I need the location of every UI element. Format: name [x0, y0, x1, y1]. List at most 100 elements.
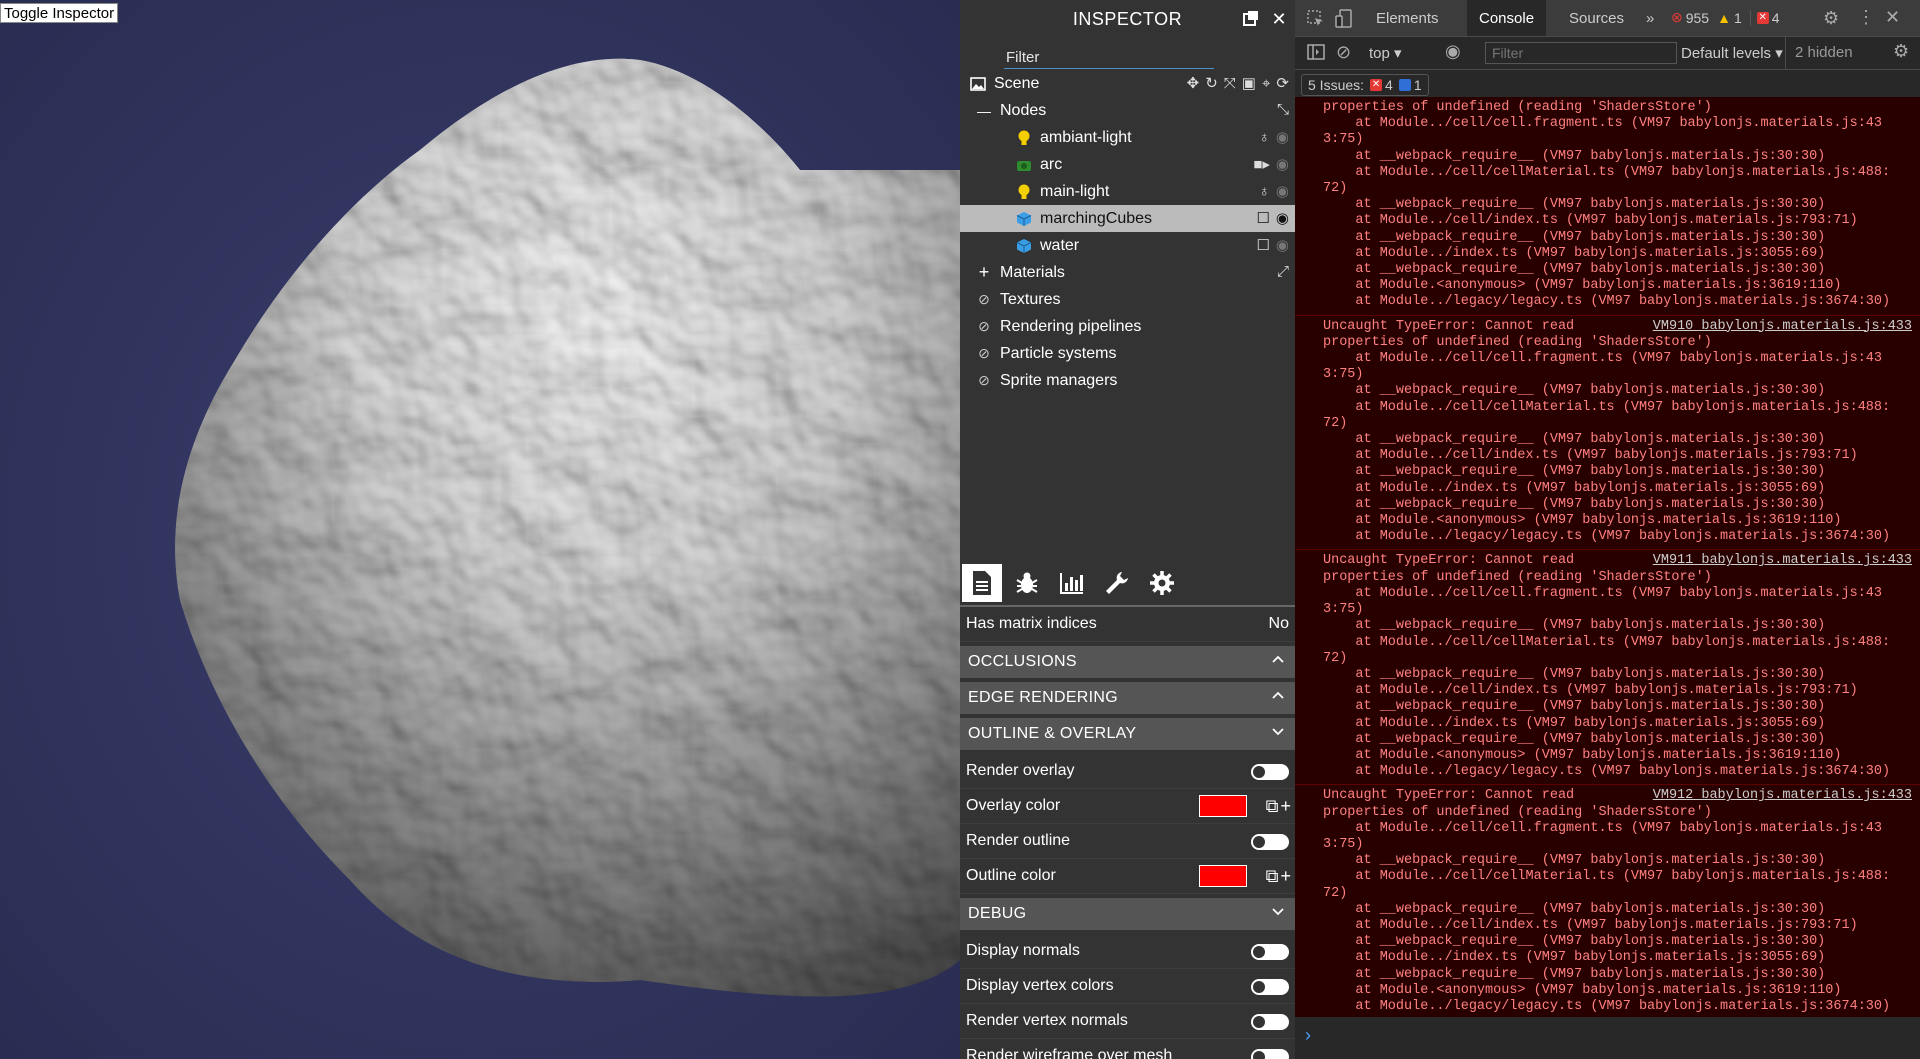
issue-info-icon — [1398, 79, 1411, 91]
console-output[interactable]: properties of undefined (reading 'Shader… — [1295, 97, 1920, 1017]
copy-icon[interactable]: ⧉ — [1266, 867, 1279, 885]
tree-node-label: water — [1040, 236, 1080, 254]
tab-elements[interactable]: Elements — [1364, 0, 1451, 36]
kebab-menu-icon[interactable]: ⋮ — [1857, 7, 1875, 28]
tab-properties[interactable] — [962, 564, 1002, 602]
tree-node-label: marchingCubes — [1040, 209, 1153, 227]
error-source-link[interactable]: VM912 babylonjs.materials.js:433 — [1653, 788, 1912, 804]
sidebar-toggle-icon[interactable] — [1307, 44, 1325, 64]
tree-node-arc[interactable]: arc ■▸ ◉ — [960, 151, 1295, 178]
console-settings-icon[interactable]: ⚙ — [1893, 41, 1909, 62]
display-vertex-colors-toggle[interactable] — [1251, 979, 1289, 995]
popout-icon[interactable] — [1241, 9, 1261, 29]
console-filter-input[interactable] — [1485, 42, 1677, 64]
issue-count: 4 — [1771, 9, 1780, 26]
light-toggle-icon[interactable]: ♁ — [1259, 129, 1270, 146]
error-source-link[interactable]: VM910 babylonjs.materials.js:433 — [1653, 319, 1912, 335]
tree-node-marchingcubes[interactable]: marchingCubes ☐ ◉ — [960, 205, 1295, 232]
context-label: top — [1369, 45, 1390, 62]
tree-node-main-light[interactable]: main-light ♁ ◉ — [960, 178, 1295, 205]
refresh-icon[interactable]: ⟳ — [1276, 74, 1289, 92]
devtools-panel: Elements Console Sources » ⊗ 955 ▲ 1 ✕ 4 ⚙ … — [1295, 0, 1920, 1059]
tab-sources[interactable]: Sources — [1557, 0, 1636, 36]
prop-render-wireframe: Render wireframe over mesh — [960, 1039, 1295, 1059]
error-warning-counts[interactable]: ⊗ 955 ▲ 1 ✕ 4 — [1671, 9, 1780, 26]
prop-display-vertex-colors: Display vertex colors — [960, 969, 1295, 1004]
plus-icon[interactable]: + — [1280, 867, 1291, 885]
error-source-link[interactable]: VM911 babylonjs.materials.js:433 — [1653, 553, 1912, 569]
collapse-minus-icon[interactable]: — — [976, 103, 992, 119]
levels-label: Default levels — [1681, 45, 1772, 62]
console-error-entry: Uncaught TypeError: Cannot read properti… — [1295, 315, 1920, 551]
clear-console-icon[interactable]: ⊘ — [1336, 42, 1351, 63]
tree-node-ambiant-light[interactable]: ambiant-light ♁ ◉ — [960, 124, 1295, 151]
tree-category-rendering-pipelines[interactable]: ⊘ Rendering pipelines — [960, 313, 1295, 340]
outline-color-swatch[interactable] — [1199, 865, 1247, 887]
section-edge-rendering[interactable]: EDGE RENDERING — [960, 682, 1295, 714]
tree-node-water[interactable]: water ☐ ◉ — [960, 232, 1295, 259]
tree-category-label: Sprite managers — [1000, 371, 1118, 389]
render-vertex-normals-toggle[interactable] — [1251, 1014, 1289, 1030]
tree-category-textures[interactable]: ⊘ Textures — [960, 286, 1295, 313]
render-overlay-toggle[interactable] — [1251, 764, 1289, 780]
target-icon[interactable]: ⌖ — [1262, 75, 1270, 92]
plus-icon[interactable]: + — [1280, 797, 1291, 815]
section-title: OUTLINE & OVERLAY — [968, 725, 1137, 742]
rotate-gizmo-icon[interactable]: ↻ — [1205, 74, 1218, 92]
tab-console[interactable]: Console — [1467, 0, 1547, 36]
scene-root[interactable]: Scene ✥ ↻ ⤧ ▣ ⌖ ⟳ — [960, 70, 1295, 97]
tree-node-label: arc — [1040, 155, 1063, 173]
visibility-eye-icon[interactable]: ◉ — [1276, 182, 1289, 200]
tab-debug[interactable] — [1007, 564, 1047, 602]
issue-error-icon: ✕ — [1370, 79, 1383, 91]
section-occlusions[interactable]: OCCLUSIONS — [960, 646, 1295, 678]
render-wireframe-toggle[interactable] — [1251, 1049, 1289, 1059]
expand-all-icon[interactable]: ⤢ — [1277, 263, 1289, 280]
section-outline-overlay[interactable]: OUTLINE & OVERLAY — [960, 718, 1295, 750]
log-levels-dropdown[interactable]: Default levels ▾ — [1681, 44, 1783, 62]
bounding-box-toggle-icon[interactable]: ☐ — [1256, 209, 1269, 227]
visibility-eye-icon[interactable]: ◉ — [1276, 128, 1289, 146]
chevron-up-icon — [1272, 691, 1284, 699]
active-camera-icon[interactable]: ■▸ — [1253, 155, 1270, 173]
overlay-color-swatch[interactable] — [1199, 795, 1247, 817]
tree-category-materials[interactable]: + Materials ⤢ — [960, 259, 1295, 286]
settings-gear-icon[interactable]: ⚙ — [1823, 8, 1839, 29]
prop-overlay-color: Overlay color ⧉ + — [960, 789, 1295, 824]
tree-category-sprite-managers[interactable]: ⊘ Sprite managers — [960, 367, 1295, 394]
section-debug[interactable]: DEBUG — [960, 898, 1295, 930]
prop-render-vertex-normals: Render vertex normals — [960, 1004, 1295, 1039]
render-outline-toggle[interactable] — [1251, 834, 1289, 850]
scale-gizmo-icon[interactable]: ⤧ — [1224, 75, 1236, 92]
collapse-all-icon[interactable]: ⤡ — [1277, 101, 1289, 118]
inspect-element-icon[interactable] — [1307, 10, 1325, 32]
issues-button[interactable]: 5 Issues: ✕ 4 1 — [1301, 74, 1429, 96]
visibility-eye-off-icon[interactable]: ◉ — [1276, 236, 1289, 254]
console-prompt[interactable]: › — [1295, 1017, 1920, 1059]
tree-category-particle-systems[interactable]: ⊘ Particle systems — [960, 340, 1295, 367]
live-expression-eye-icon[interactable]: ◉ — [1445, 41, 1461, 62]
nodes-label: Nodes — [1000, 101, 1047, 119]
console-toolbar: ⊘ top ▾ ◉ Default levels ▾ 2 hidden ⚙ — [1295, 37, 1920, 70]
toggle-inspector-button[interactable]: Toggle Inspector — [0, 3, 119, 23]
close-devtools-icon[interactable]: ✕ — [1885, 7, 1900, 28]
scene-filter-input[interactable] — [1004, 46, 1214, 69]
visibility-eye-icon[interactable]: ◉ — [1276, 155, 1289, 173]
translate-gizmo-icon[interactable]: ✥ — [1187, 74, 1200, 92]
bounding-box-gizmo-icon[interactable]: ▣ — [1242, 74, 1256, 92]
close-icon[interactable]: ✕ — [1269, 9, 1289, 29]
tab-tools[interactable] — [1097, 564, 1137, 602]
bounding-box-toggle-icon[interactable]: ☐ — [1256, 236, 1269, 254]
context-selector[interactable]: top ▾ — [1369, 44, 1402, 62]
section-title: OCCLUSIONS — [968, 653, 1077, 670]
tab-statistics[interactable] — [1052, 564, 1092, 602]
display-normals-toggle[interactable] — [1251, 944, 1289, 960]
light-toggle-icon[interactable]: ♁ — [1259, 183, 1270, 200]
render-canvas[interactable]: Toggle Inspector — [0, 0, 960, 1059]
more-tabs-button[interactable]: » — [1640, 0, 1660, 36]
device-toolbar-icon[interactable] — [1335, 9, 1353, 33]
tab-settings[interactable] — [1142, 564, 1182, 602]
visibility-eye-icon[interactable]: ◉ — [1276, 209, 1289, 227]
nodes-group[interactable]: — Nodes ⤡ — [960, 97, 1295, 124]
copy-icon[interactable]: ⧉ — [1266, 797, 1279, 815]
